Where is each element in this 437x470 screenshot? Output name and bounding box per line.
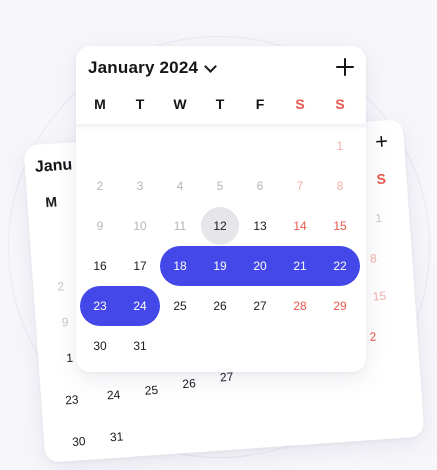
weekday-label: T (135, 96, 145, 112)
empty-day-cell (200, 126, 240, 166)
day-cell[interactable]: 31 (120, 326, 160, 366)
day-cell[interactable]: 10 (120, 206, 160, 246)
back-day: 26 (181, 376, 197, 392)
month-picker[interactable]: January 2024 (88, 58, 218, 78)
back-day: 1 (374, 210, 383, 226)
week-row: 1 (80, 126, 360, 166)
calendar-card: January 2024 MTWTFSS 1 2 3 4 5 6 7 8 9 10 11 12 13 14… (76, 46, 366, 372)
back-day: 9 (61, 314, 69, 330)
empty-day-cell (160, 126, 200, 166)
day-cell[interactable]: 4 (160, 166, 200, 206)
back-day: 23 (64, 392, 80, 408)
day-cell[interactable]: 22 (320, 246, 360, 286)
week-row: 2345678 (80, 166, 360, 206)
day-cell[interactable]: 5 (200, 166, 240, 206)
empty-day-cell (280, 326, 320, 366)
day-cell[interactable]: 16 (80, 246, 120, 286)
day-cell[interactable]: 23 (80, 286, 120, 326)
back-day: 30 (71, 434, 86, 449)
week-row: 9 10 11 12 13 14 15 (80, 206, 360, 246)
day-cell[interactable]: 13 (240, 206, 280, 246)
day-cell[interactable]: 29 (320, 286, 360, 326)
day-cell[interactable]: 12 (200, 206, 240, 246)
week-row: 30 31 (80, 326, 360, 366)
back-plus-icon: + (374, 128, 389, 155)
back-weekday-last: S (376, 170, 387, 188)
back-day: 8 (369, 251, 378, 266)
back-day: 1 (65, 350, 74, 366)
calendar-grid: 1 2 3 4 5 6 7 8 9 10 11 12 13 14 15 16 17 18 19 20 21 22 23 24 2… (80, 126, 360, 366)
day-cell[interactable]: 3 (120, 166, 160, 206)
day-cell[interactable]: 17 (120, 246, 160, 286)
add-event-button[interactable] (334, 56, 356, 78)
day-cell[interactable]: 18 (160, 246, 200, 286)
weekday-label: F (255, 96, 265, 112)
back-day: 25 (144, 382, 159, 398)
back-day: 15 (372, 288, 387, 304)
week-row: 16 17 18 19 20 21 22 (80, 246, 360, 286)
weekday-label: S (335, 96, 345, 112)
empty-day-cell (120, 126, 160, 166)
day-cell[interactable]: 27 (240, 286, 280, 326)
empty-day-cell (160, 326, 200, 366)
day-cell[interactable]: 9 (80, 206, 120, 246)
chevron-down-icon[interactable] (204, 59, 218, 73)
empty-day-cell (320, 326, 360, 366)
day-cell[interactable]: 28 (280, 286, 320, 326)
weekday-label: T (215, 96, 225, 112)
back-day: 2 (56, 279, 65, 294)
day-cell[interactable]: 21 (280, 246, 320, 286)
weekday-label: W (173, 96, 187, 112)
day-cell[interactable]: 8 (320, 166, 360, 206)
empty-day-cell (240, 126, 280, 166)
day-cell[interactable]: 26 (200, 286, 240, 326)
empty-day-cell (80, 126, 120, 166)
week-row: 23 24 25 26 27 28 29 (80, 286, 360, 326)
day-cell[interactable]: 30 (80, 326, 120, 366)
day-cell[interactable]: 2 (80, 166, 120, 206)
day-cell[interactable]: 19 (200, 246, 240, 286)
day-cell[interactable]: 11 (160, 206, 200, 246)
weekday-label: M (94, 96, 106, 112)
day-cell[interactable]: 7 (280, 166, 320, 206)
day-cell[interactable]: 20 (240, 246, 280, 286)
day-cell[interactable]: 25 (160, 286, 200, 326)
back-day: 24 (106, 387, 121, 403)
back-calendar-title: Janu (34, 156, 73, 176)
back-weekday-first: M (44, 193, 58, 211)
empty-day-cell (240, 326, 280, 366)
day-cell[interactable]: 15 (320, 206, 360, 246)
month-title: January 2024 (88, 58, 199, 77)
day-cell[interactable]: 6 (240, 166, 280, 206)
back-day: 2 (369, 329, 377, 344)
weekday-header: MTWTFSS (80, 96, 360, 112)
back-day: 31 (109, 429, 124, 445)
empty-day-cell (280, 126, 320, 166)
day-cell[interactable]: 14 (280, 206, 320, 246)
day-cell[interactable]: 24 (120, 286, 160, 326)
day-cell[interactable]: 1 (320, 126, 360, 166)
empty-day-cell (200, 326, 240, 366)
weekday-label: S (295, 96, 305, 112)
